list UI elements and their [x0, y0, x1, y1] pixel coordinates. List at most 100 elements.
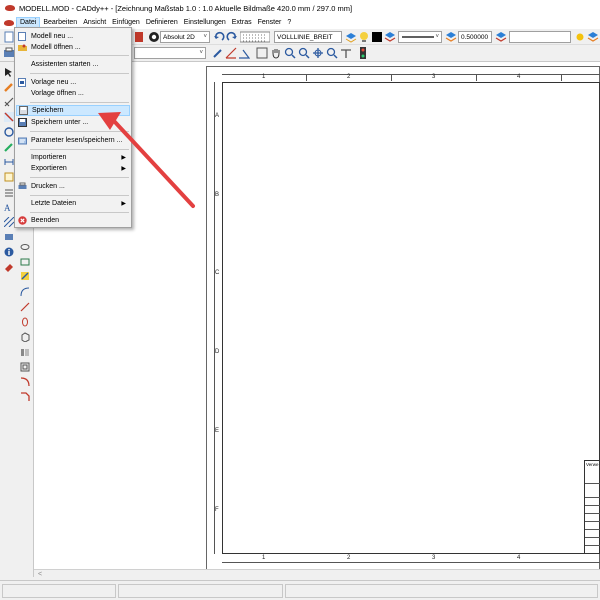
menu-item-speichern[interactable]: Speichern — [16, 105, 130, 116]
menu-item-label: Modell neu ... — [31, 33, 74, 40]
menu-fenster[interactable]: Fenster — [255, 18, 285, 27]
ellipse-tool-icon[interactable] — [19, 316, 31, 328]
window-title: MODELL.MOD - CADdy++ - [Zeichnung Maßsta… — [19, 3, 353, 13]
menu-item-drucken[interactable]: Drucken ... — [16, 181, 130, 192]
undo-icon[interactable] — [213, 31, 225, 43]
status-bar — [0, 580, 600, 600]
menu-item-vorlage-neu[interactable]: Vorlage neu ... — [16, 77, 130, 88]
blank-icon — [17, 89, 27, 98]
menu-item-exportieren[interactable]: Exportieren ▶ — [16, 163, 130, 174]
menu-help[interactable]: ? — [284, 18, 294, 27]
column-band-line — [222, 74, 600, 75]
submenu-arrow-icon: ▶ — [121, 166, 126, 172]
scroll-left-icon[interactable]: < — [38, 571, 42, 578]
pen-icon[interactable] — [212, 47, 224, 59]
menu-item-vorlage-oeffnen[interactable]: Vorlage öffnen ... — [16, 88, 130, 99]
info-icon[interactable] — [3, 246, 15, 258]
menu-item-speichern-unter[interactable]: Speichern unter ... — [16, 117, 130, 128]
menu-ansicht[interactable]: Ansicht — [80, 18, 109, 27]
fillet-tool-icon[interactable] — [19, 376, 31, 388]
layer-visible-icon[interactable] — [495, 31, 507, 43]
bulb-icon[interactable] — [358, 31, 370, 43]
menu-item-letzte-dateien[interactable]: Letzte Dateien ▶ — [16, 198, 130, 209]
pan-hand-icon[interactable] — [270, 47, 282, 59]
angle-icon[interactable] — [238, 47, 250, 59]
arc-tool-icon[interactable] — [19, 286, 31, 298]
redraw-icon[interactable] — [340, 47, 352, 59]
line-tool-icon[interactable] — [19, 301, 31, 313]
zoom-out-icon[interactable] — [298, 47, 310, 59]
chamfer-tool-icon[interactable] — [19, 391, 31, 403]
eraser-icon[interactable] — [3, 261, 15, 273]
row-label-e: E — [215, 428, 220, 434]
menu-extras[interactable]: Extras — [229, 18, 255, 27]
column-label-3-bottom: 3 — [432, 555, 436, 561]
menu-einfuegen[interactable]: Einfügen — [109, 18, 143, 27]
title-bar: MODELL.MOD - CADdy++ - [Zeichnung Maßsta… — [0, 0, 600, 16]
redo-icon[interactable] — [226, 31, 238, 43]
menu-separator — [30, 131, 129, 132]
menu-einstellungen[interactable]: Einstellungen — [181, 18, 229, 27]
menu-separator — [30, 195, 129, 196]
menu-item-label: Assistenten starten ... — [31, 61, 99, 68]
menu-separator — [30, 55, 129, 56]
properties-tool-icon[interactable] — [19, 270, 31, 282]
menu-item-beenden[interactable]: Beenden — [16, 215, 130, 226]
grid-pattern-icon[interactable] — [240, 31, 270, 43]
blocks-tool-icon[interactable] — [19, 346, 31, 358]
blank-icon — [17, 164, 27, 173]
menu-item-label: Vorlage neu ... — [31, 79, 77, 86]
chevron-down-icon: ˅ — [199, 50, 203, 56]
rectangle-tool-icon[interactable] — [19, 256, 31, 268]
menu-definieren[interactable]: Definieren — [143, 18, 181, 27]
coordinate-mode-icon[interactable] — [148, 31, 160, 43]
title-block: Verwe — [584, 460, 600, 554]
layer-icon[interactable] — [345, 31, 357, 43]
measure-icon[interactable] — [225, 47, 237, 59]
row-band-line — [214, 82, 215, 554]
line-style-select[interactable]: ˅ — [398, 31, 442, 43]
horizontal-scrollbar[interactable]: < — [34, 569, 600, 579]
menu-logo-icon[interactable] — [4, 19, 14, 26]
menu-item-label: Speichern unter ... — [31, 119, 89, 126]
column-divider — [561, 74, 562, 81]
frame-tool-icon[interactable] — [19, 361, 31, 373]
layer-settings-icon[interactable] — [587, 31, 599, 43]
traffic-light-icon[interactable] — [357, 47, 369, 59]
parameter-icon — [17, 136, 27, 145]
column-label-2-bottom: 2 — [347, 555, 351, 561]
coordinate-mode-select[interactable]: Absolut 2D ˅ — [160, 31, 210, 43]
sun-icon[interactable] — [574, 31, 586, 43]
save-icon — [18, 106, 28, 115]
row-label-f: F — [215, 507, 219, 513]
circle-tool-icon[interactable] — [19, 241, 31, 253]
menu-bearbeiten[interactable]: Bearbeiten — [40, 18, 80, 27]
menu-item-assistenten[interactable]: Assistenten starten ... — [16, 59, 130, 70]
exit-icon — [17, 216, 27, 225]
layer-select[interactable]: ˅ — [134, 47, 206, 59]
zoom-in-icon[interactable] — [284, 47, 296, 59]
column-band-line — [222, 562, 600, 563]
chevron-down-icon: ˅ — [203, 34, 207, 40]
menu-separator — [30, 149, 129, 150]
zoom-previous-icon[interactable] — [326, 47, 338, 59]
menu-item-label: Vorlage öffnen ... — [31, 90, 84, 97]
menu-item-parameter[interactable]: Parameter lesen/speichern ... — [16, 135, 130, 146]
zoom-window-icon[interactable] — [256, 47, 268, 59]
layer-stack-icon[interactable] — [384, 31, 396, 43]
text-field[interactable] — [509, 31, 571, 43]
cube-tool-icon[interactable] — [19, 331, 31, 343]
blank-icon — [17, 199, 27, 208]
black-color-icon[interactable] — [371, 31, 383, 43]
zoom-all-icon[interactable] — [312, 47, 324, 59]
menu-item-modell-oeffnen[interactable]: Modell öffnen ... — [16, 42, 130, 53]
layer-color-icon[interactable] — [445, 31, 457, 43]
title-block-row — [585, 505, 600, 506]
linetype-field[interactable]: VOLLLINIE_BREIT — [274, 31, 342, 43]
layers-tool-icon[interactable] — [3, 231, 15, 243]
menu-separator — [30, 102, 129, 103]
color-swatch-icon[interactable] — [133, 31, 145, 43]
linewidth-field[interactable]: 0.500000 — [458, 31, 492, 43]
menu-item-modell-neu[interactable]: Modell neu ... — [16, 31, 130, 42]
menu-item-importieren[interactable]: Importieren ▶ — [16, 152, 130, 163]
